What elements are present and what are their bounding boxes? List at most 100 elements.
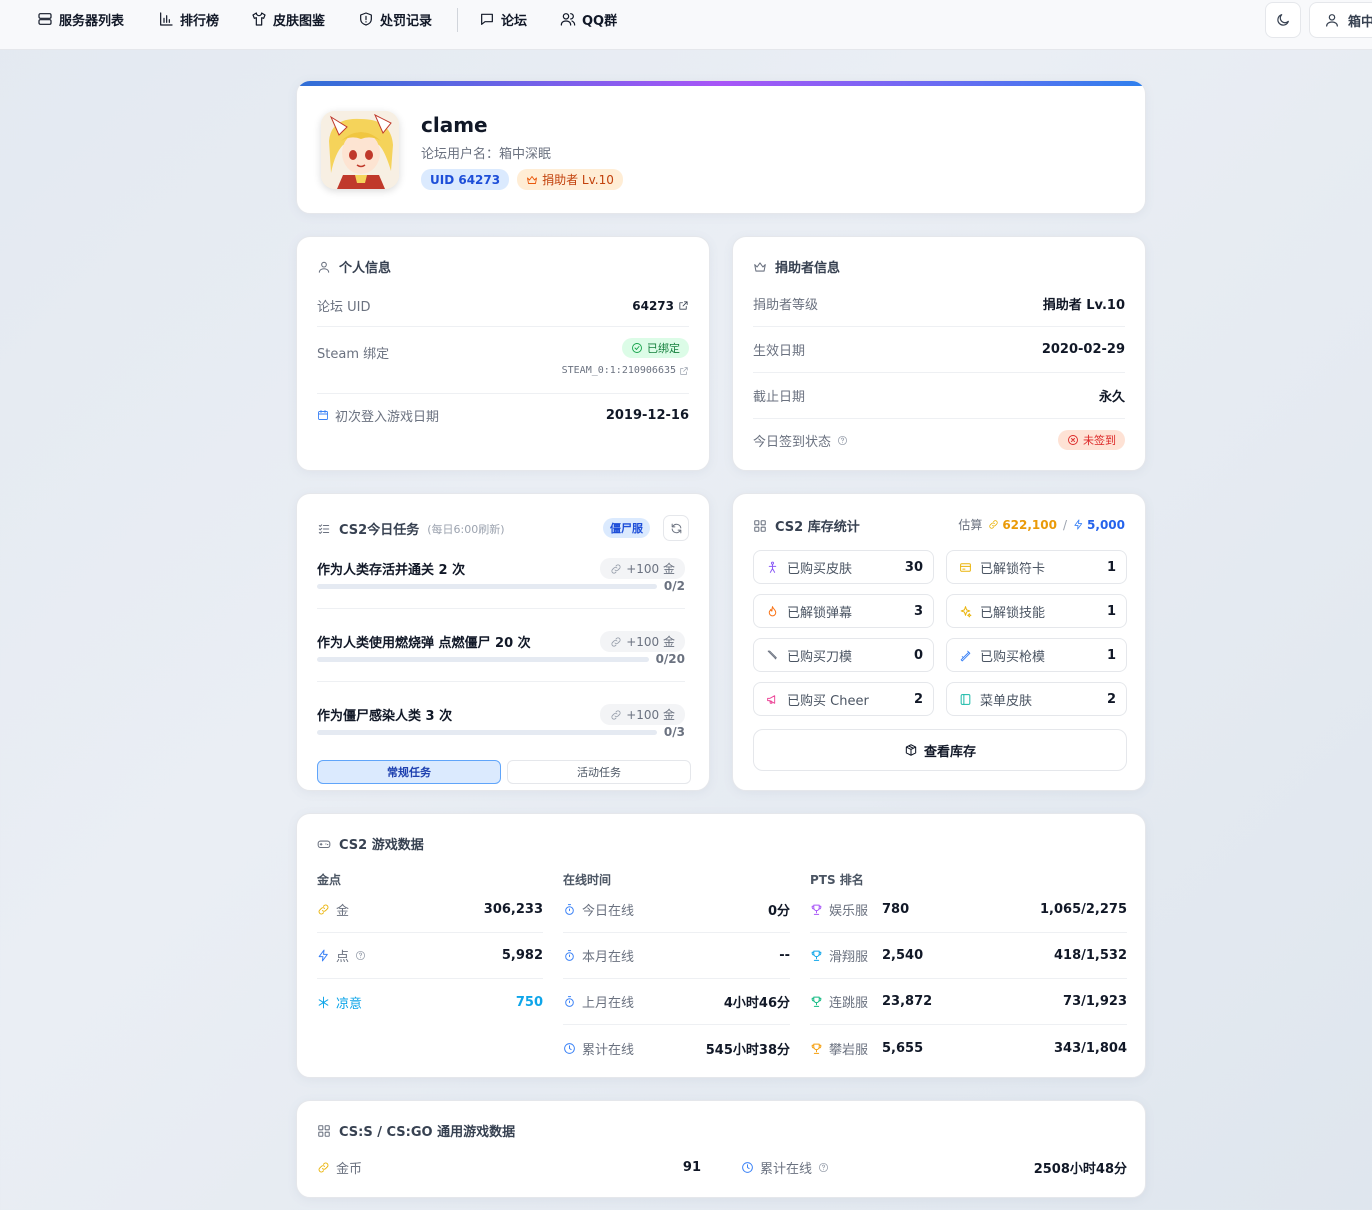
nav-forum[interactable]: 论坛	[479, 0, 527, 38]
task-progress-bar	[317, 730, 657, 735]
profile-badges: UID 64273 捐助者 Lv.10	[421, 169, 623, 190]
donor-level-label: 捐助者等级	[753, 298, 819, 313]
theme-toggle-button[interactable]	[1265, 2, 1301, 38]
steam-row: Steam 绑定 已绑定 STEAM_0:1:210906635	[317, 327, 689, 394]
effective-date-label: 生效日期	[753, 344, 806, 359]
refresh-button[interactable]	[663, 515, 689, 541]
tile-label: 已购买 Cheer	[787, 693, 869, 709]
snow-icon	[318, 996, 329, 1008]
tile-value: 2	[913, 691, 923, 707]
stopwatch-icon	[565, 950, 574, 961]
package-icon	[905, 744, 917, 756]
nav-leaderboard[interactable]: 排行榜	[158, 0, 219, 38]
external-link-icon	[680, 366, 688, 375]
grid-icon	[318, 1124, 330, 1137]
online-label-wrap: 今日在线	[563, 900, 634, 919]
tile-label: 已购买枪模	[980, 649, 1046, 665]
inventory-tile-cheer[interactable]: 已购买 Cheer 2	[753, 682, 934, 716]
nav-punishment-records[interactable]: 处罚记录	[358, 0, 432, 38]
uid-link[interactable]: 64273	[632, 299, 689, 313]
tab-event-tasks[interactable]: 活动任务	[507, 760, 691, 784]
currency-label-wrap: 凉意	[317, 993, 362, 1012]
pts-value: 780	[882, 902, 910, 917]
help-icon[interactable]	[355, 950, 366, 961]
nav-forum-label: 论坛	[501, 13, 528, 29]
bolt-icon	[318, 949, 328, 962]
link-coin-icon	[611, 637, 621, 646]
currency-row-coolness: 凉意 750	[317, 979, 543, 1025]
tasks-title: CS2今日任务 (每日6:00刷新)	[317, 519, 505, 538]
nav-server-list[interactable]: 服务器列表	[37, 0, 124, 38]
nav-qq-group[interactable]: QQ群	[560, 0, 617, 38]
refresh-icon	[671, 523, 681, 533]
csgo-online-value: 2508小时48分	[1033, 1161, 1127, 1177]
users-icon	[560, 13, 576, 26]
trophy-icon	[811, 1043, 822, 1054]
online-value: --	[779, 948, 790, 963]
checkin-status-badge[interactable]: 未签到	[1058, 430, 1125, 450]
user-menu-button[interactable]: 箱中	[1309, 2, 1372, 38]
effective-date-row: 生效日期 2020-02-29	[753, 327, 1125, 373]
inventory-estimate: 估算 622,100 / 5,000	[958, 516, 1125, 533]
tile-value: 2	[1106, 691, 1116, 707]
inventory-tile-skins[interactable]: 已购买皮肤 30	[753, 550, 934, 584]
inventory-tile-menu-skins[interactable]: 菜单皮肤 2	[946, 682, 1127, 716]
currency-label-wrap: 金	[317, 900, 349, 919]
steam-id-link[interactable]: STEAM_0:1:210906635	[562, 365, 689, 376]
coin-icon	[318, 1162, 329, 1172]
donor-badge-label: 捐助者 Lv.10	[542, 173, 614, 187]
task-reward: +100 金	[600, 558, 685, 579]
pts-value: 2,540	[882, 948, 924, 963]
view-inventory-button[interactable]: 查看库存	[753, 729, 1127, 771]
game-data-title: CS2 游戏数据	[317, 834, 424, 853]
inventory-tile-skills[interactable]: 已解锁技能 1	[946, 594, 1127, 628]
link-coin-icon	[611, 564, 621, 573]
calendar-icon	[318, 410, 328, 420]
user-menu-label: 箱中	[1348, 14, 1372, 30]
estimate-gold: 622,100	[1002, 517, 1057, 532]
task-reward-label: +100 金	[626, 708, 675, 722]
pts-server: 滑翔服	[829, 950, 869, 965]
bar-chart-icon	[160, 12, 173, 26]
inventory-card: CS2 库存统计 估算 622,100 / 5,000 已购买皮肤 30 已解锁…	[732, 493, 1146, 791]
help-icon[interactable]	[837, 435, 848, 446]
inventory-tile-knives[interactable]: 已购买刀模 0	[753, 638, 934, 672]
tile-label: 已解锁弹幕	[787, 605, 853, 621]
personal-info-title: 个人信息	[317, 257, 391, 276]
knife-icon	[767, 650, 777, 659]
inventory-title: CS2 库存统计	[753, 516, 860, 535]
currency-label: 凉意	[336, 996, 363, 1012]
tile-value: 1	[1106, 603, 1116, 619]
nav-skin-gallery[interactable]: 皮肤图鉴	[251, 0, 325, 38]
online-row-total: 累计在线 545小时38分	[563, 1025, 790, 1071]
online-row-today: 今日在线 0分	[563, 887, 790, 933]
crown-icon	[754, 261, 766, 272]
task-name: 作为僵尸感染人类 3 次	[317, 709, 453, 724]
currency-value: 306,233	[483, 902, 543, 917]
csgo-online-label-wrap: 累计在线	[741, 1158, 829, 1177]
moon-icon	[1277, 14, 1289, 26]
task-item: 作为人类存活并通关 2 次 +100 金 0/2	[317, 558, 685, 609]
tile-label: 已解锁符卡	[980, 561, 1046, 577]
tile-label: 菜单皮肤	[980, 693, 1033, 709]
csgo-online-row: 累计在线 2508小时48分	[741, 1144, 1127, 1190]
inventory-tile-barrage[interactable]: 已解锁弹幕 3	[753, 594, 934, 628]
tile-value: 30	[904, 559, 923, 575]
help-icon[interactable]	[818, 1162, 829, 1173]
flame-icon	[768, 605, 777, 616]
tile-value: 0	[913, 647, 923, 663]
online-column-title: 在线时间	[563, 873, 612, 887]
top-nav-bar: 服务器列表 排行榜 皮肤图鉴 处罚记录 论坛 QQ群 箱中	[0, 0, 1372, 50]
currency-row-points: 点 5,982	[317, 933, 543, 979]
inventory-tile-cards[interactable]: 已解锁符卡 1	[946, 550, 1127, 584]
currency-value: 5,982	[501, 948, 543, 963]
pts-server: 连跳服	[829, 996, 869, 1011]
first-login-label: 初次登入游戏日期	[335, 409, 440, 425]
game-data-title-label: CS2 游戏数据	[339, 838, 424, 853]
card-icon	[960, 562, 971, 572]
trophy-icon	[811, 996, 822, 1007]
donor-info-title-label: 捐助者信息	[775, 261, 841, 276]
pts-value: 23,872	[882, 994, 933, 1009]
inventory-tile-guns[interactable]: 已购买枪模 1	[946, 638, 1127, 672]
tab-regular-tasks[interactable]: 常规任务	[317, 760, 501, 784]
